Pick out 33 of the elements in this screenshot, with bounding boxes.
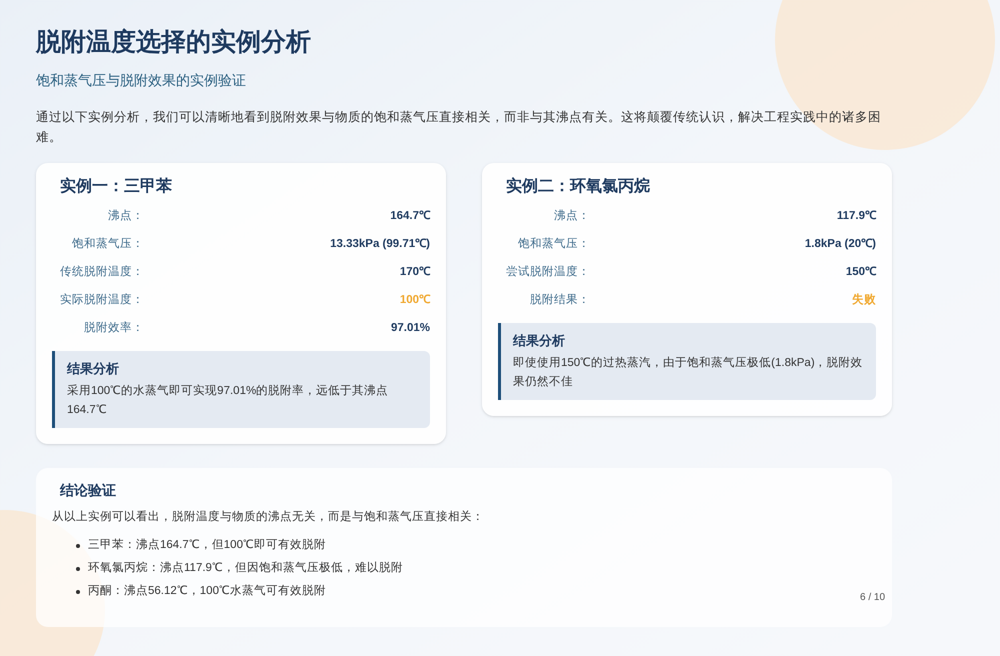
bullet-text: 丙酮：沸点56.12℃，100℃水蒸气可有效脱附 [88, 584, 326, 600]
analysis-title: 结果分析 [513, 332, 566, 350]
page-number: 6 / 10 [860, 591, 886, 605]
field-value: 97.01% [390, 320, 430, 336]
field-value: 150℃ [844, 264, 876, 280]
slide-title: 脱附温度选择的实例分析 [36, 27, 312, 58]
case-title: 实例一：三甲苯 [60, 176, 173, 196]
field-value: 100℃ [398, 292, 430, 308]
field-label: 脱附结果： [529, 292, 591, 308]
field-label: 脱附效率： [83, 320, 145, 336]
field-label: 沸点： [107, 208, 145, 224]
slide-subtitle: 饱和蒸气压与脱附效果的实例验证 [36, 70, 247, 90]
field-value: 13.33kPa (99.71℃) [329, 236, 430, 252]
field-value: 170℃ [398, 264, 430, 280]
field-value: 失败 [851, 292, 876, 308]
bullet-text: 三甲苯：沸点164.7℃，但100℃即可有效脱附 [88, 538, 326, 554]
analysis-text: 即使使用150℃的过热蒸汽，由于饱和蒸气压极低(1.8kPa)，脱附效果仍然不佳 [513, 356, 864, 390]
field-label: 饱和蒸气压： [71, 236, 145, 252]
field-label: 尝试脱附温度： [505, 264, 591, 280]
field-label: 实际脱附温度： [59, 292, 145, 308]
field-value: 1.8kPa (20℃) [804, 236, 876, 252]
field-label: 传统脱附温度： [59, 264, 145, 280]
field-value: 164.7℃ [389, 208, 430, 224]
case-title: 实例二：环氧氯丙烷 [506, 176, 651, 196]
analysis-text: 采用100℃的水蒸气即可实现97.01%的脱附率，远低于其沸点164.7℃ [67, 383, 390, 418]
bullet-text: 环氧氯丙烷：沸点117.9℃，但因饱和蒸气压极低，难以脱附 [88, 560, 403, 576]
field-value: 117.9℃ [836, 208, 876, 224]
conclusion-title: 结论验证 [60, 481, 117, 500]
analysis-title: 结果分析 [67, 360, 120, 378]
field-label: 饱和蒸气压： [517, 236, 591, 252]
conclusion-text: 从以上实例可以看出，脱附温度与物质的沸点无关，而是与饱和蒸气压直接相关： [52, 509, 485, 525]
intro-paragraph: 通过以下实例分析，我们可以清晰地看到脱附效果与物质的饱和蒸气压直接相关，而非与其沸点有关。这将颠覆传统认识，解决工程实践中的诸多困难。 [36, 108, 882, 146]
field-label: 沸点： [553, 208, 591, 224]
